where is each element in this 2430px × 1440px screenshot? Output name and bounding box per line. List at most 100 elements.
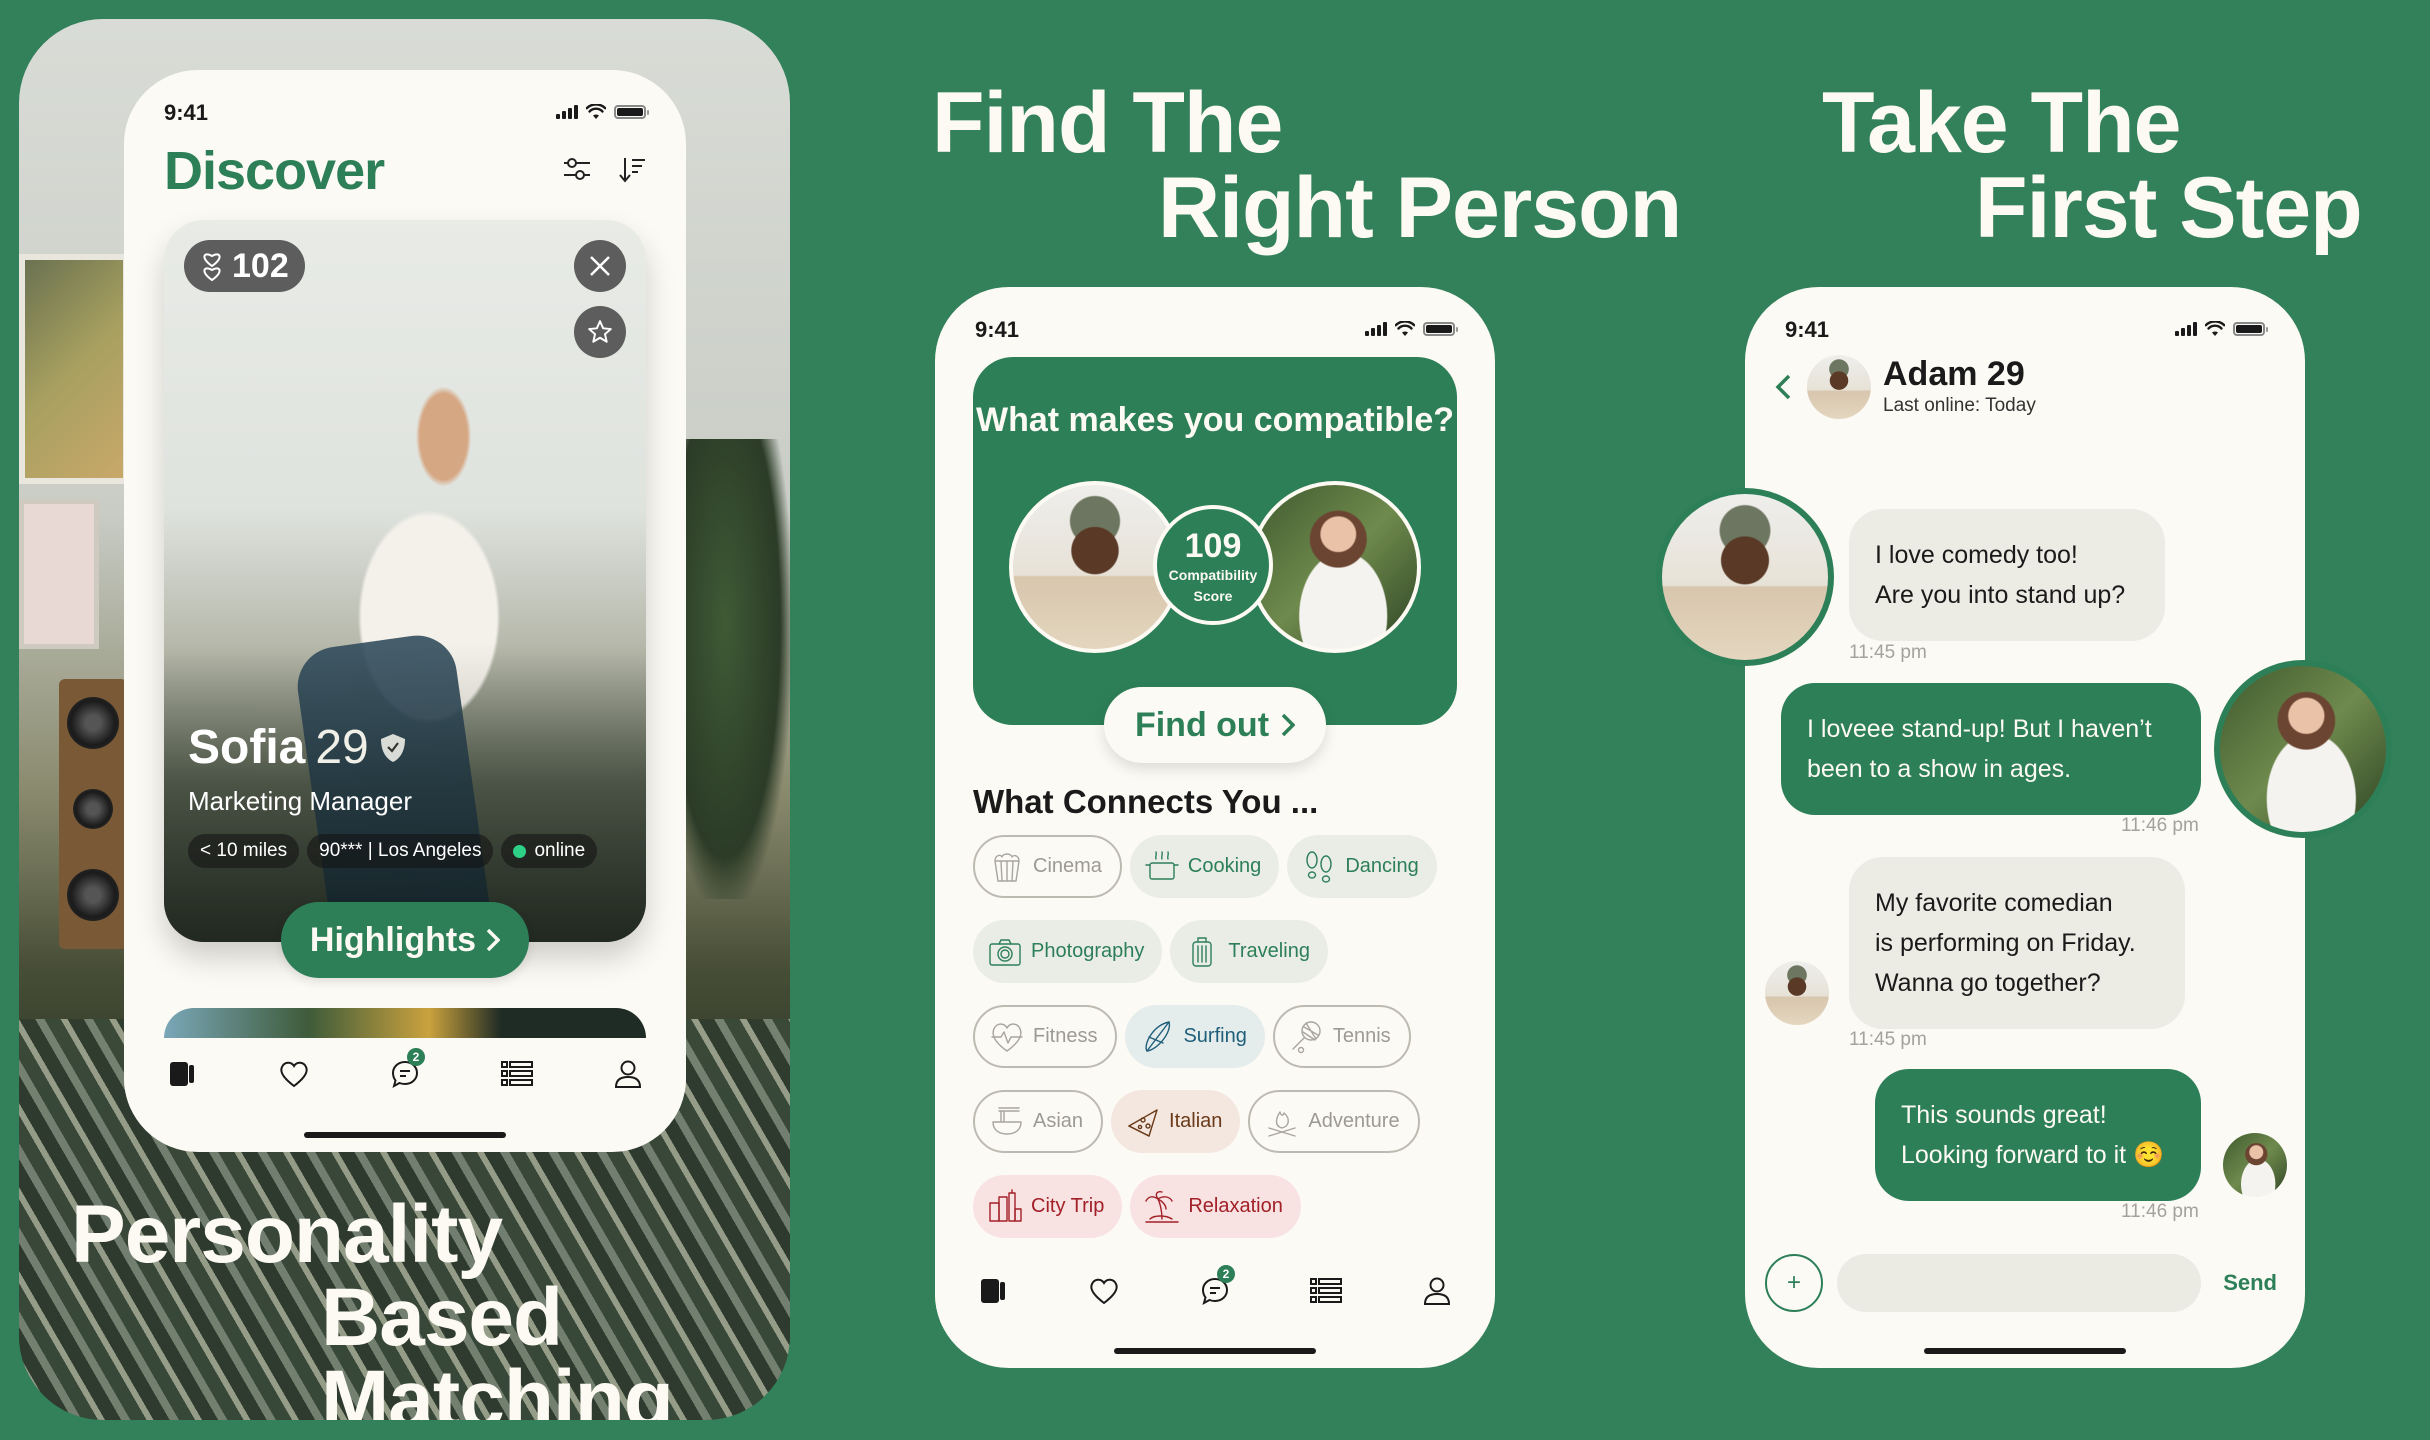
- user-avatar-sofia: [1249, 481, 1421, 653]
- interest-label: Cinema: [1033, 855, 1102, 877]
- highlights-label: Highlights: [309, 920, 477, 959]
- chevron-right-icon: [1281, 713, 1296, 737]
- interest-chip-surfing[interactable]: Surfing: [1125, 1005, 1265, 1068]
- battery-icon: [2233, 322, 2268, 336]
- interest-chip-relaxation[interactable]: Relaxation: [1130, 1175, 1301, 1238]
- suitcase-icon: [1184, 934, 1220, 970]
- message-text-line: is performing on Friday.: [1875, 929, 2136, 957]
- interest-label: Tennis: [1332, 1025, 1391, 1047]
- headline-find-line-1: Find The: [932, 75, 1283, 171]
- contact-avatar[interactable]: [1807, 355, 1871, 419]
- online-chip: online: [501, 834, 598, 868]
- campfire-icon: [1264, 1104, 1300, 1140]
- noodle-bowl-icon: [989, 1104, 1025, 1140]
- interest-label: Italian: [1169, 1110, 1223, 1132]
- contact-name: Adam 29: [1883, 355, 2025, 393]
- interest-label: Cooking: [1187, 855, 1262, 877]
- status-time: 9:41: [164, 100, 209, 125]
- message-time: 11:46 pm: [2121, 1201, 2199, 1222]
- compatibility-score: 109 Compatibility Score: [1153, 505, 1273, 625]
- interest-label: Dancing: [1345, 855, 1419, 877]
- tab-likes[interactable]: [1082, 1269, 1126, 1313]
- interest-label: City Trip: [1031, 1195, 1105, 1217]
- profile-icon: [1423, 1277, 1451, 1305]
- find-out-label: Find out: [1134, 705, 1270, 744]
- message-text-line: I love comedy too!: [1875, 541, 2078, 569]
- favorite-button[interactable]: [574, 306, 626, 358]
- interest-chip-city-trip[interactable]: City Trip: [973, 1175, 1123, 1238]
- interest-chip-dancing[interactable]: Dancing: [1287, 835, 1437, 898]
- background-speaker: [59, 679, 127, 949]
- interest-label: Photography: [1031, 940, 1145, 962]
- pizza-slice-icon: [1125, 1104, 1161, 1140]
- send-button[interactable]: Send: [2215, 1270, 2285, 1296]
- interest-chip-photography[interactable]: Photography: [973, 920, 1163, 983]
- attach-button[interactable]: +: [1765, 1254, 1823, 1312]
- wifi-icon: [2205, 321, 2225, 336]
- highlights-button[interactable]: Highlights: [281, 902, 529, 978]
- profile-icon: [614, 1060, 642, 1088]
- interest-chip-tennis[interactable]: Tennis: [1272, 1005, 1411, 1068]
- sort-descending-icon[interactable]: [618, 156, 646, 184]
- message-text-line: Are you into stand up?: [1875, 581, 2126, 609]
- message-input[interactable]: [1837, 1254, 2202, 1312]
- interest-chip-asian[interactable]: Asian: [973, 1090, 1104, 1153]
- tab-discover[interactable]: [971, 1269, 1015, 1313]
- chat-phone: 9:41 Adam 29 Last online: Today I love c…: [1745, 287, 2305, 1368]
- tab-likes[interactable]: [272, 1052, 316, 1096]
- connects-title: What Connects You ...: [973, 783, 1319, 820]
- interest-chip-cooking[interactable]: Cooking: [1129, 835, 1280, 898]
- close-icon: [590, 256, 610, 276]
- interest-chip-adventure[interactable]: Adventure: [1248, 1090, 1420, 1153]
- back-chevron-icon[interactable]: [1771, 372, 1795, 402]
- tab-chat[interactable]: 2: [1193, 1265, 1237, 1313]
- wifi-icon: [586, 104, 606, 119]
- chat-unread-badge: 2: [1217, 1265, 1235, 1283]
- likes-count: 102: [232, 246, 289, 285]
- compatibility-card: What makes you compatible? 109 Compatibi…: [973, 357, 1457, 725]
- tab-list[interactable]: [495, 1052, 539, 1096]
- battery-icon: [614, 105, 649, 119]
- surfboard-icon: [1139, 1019, 1175, 1055]
- message-composer: + Send: [1765, 1253, 2285, 1313]
- home-indicator: [1924, 1348, 2126, 1354]
- large-avatar-adam: [1656, 488, 1834, 666]
- headline-line-2: Based Matching: [321, 1272, 674, 1421]
- interest-chip-fitness[interactable]: Fitness: [973, 1005, 1118, 1068]
- tab-chat[interactable]: 2: [383, 1048, 427, 1096]
- interest-chip-cinema[interactable]: Cinema: [973, 835, 1122, 898]
- interest-chip-italian[interactable]: Italian: [1111, 1090, 1241, 1153]
- list-icon: [1310, 1278, 1342, 1303]
- chevron-right-icon: [486, 928, 501, 952]
- filter-sliders-icon[interactable]: [562, 156, 592, 182]
- tab-discover[interactable]: [160, 1052, 204, 1096]
- sender-avatar-adam: [1765, 961, 1829, 1025]
- distance-chip: < 10 miles: [188, 834, 300, 868]
- tab-profile[interactable]: [606, 1052, 650, 1096]
- tab-profile[interactable]: [1415, 1269, 1459, 1313]
- popcorn-icon: [989, 849, 1025, 885]
- find-out-button[interactable]: Find out: [1104, 687, 1326, 763]
- profile-card[interactable]: 102 Sofia 29 Marketing Manager < 10 mile…: [164, 220, 646, 942]
- discover-phone: 9:41 Discover 102 Sofia 29 Marketing Man…: [124, 70, 686, 1152]
- sender-avatar-sofia: [2223, 1133, 2287, 1197]
- star-icon: [588, 320, 612, 343]
- message-text-line: Looking forward to it ☺️: [1901, 1141, 2165, 1169]
- message-bubble-incoming: I love comedy too! Are you into stand up…: [1849, 509, 2165, 641]
- headline-line-1: Personality: [71, 1189, 503, 1280]
- interest-label: Fitness: [1033, 1025, 1098, 1047]
- plus-icon: +: [1786, 1269, 1801, 1296]
- dismiss-button[interactable]: [574, 240, 626, 292]
- message-text-line: This sounds great!: [1901, 1101, 2107, 1129]
- message-time: 11:46 pm: [2121, 815, 2199, 836]
- message-text-line: My favorite comedian: [1875, 889, 2113, 917]
- verified-shield-icon: [380, 733, 405, 762]
- interest-chip-traveling[interactable]: Traveling: [1170, 920, 1328, 983]
- home-indicator: [1114, 1348, 1316, 1354]
- wifi-icon: [1395, 321, 1415, 336]
- signal-icon: [1365, 322, 1387, 336]
- message-text-line: been to a show in ages.: [1807, 755, 2072, 783]
- tab-list[interactable]: [1304, 1269, 1348, 1313]
- interest-label: Adventure: [1308, 1110, 1400, 1132]
- compatibility-question: What makes you compatible?: [976, 401, 1454, 439]
